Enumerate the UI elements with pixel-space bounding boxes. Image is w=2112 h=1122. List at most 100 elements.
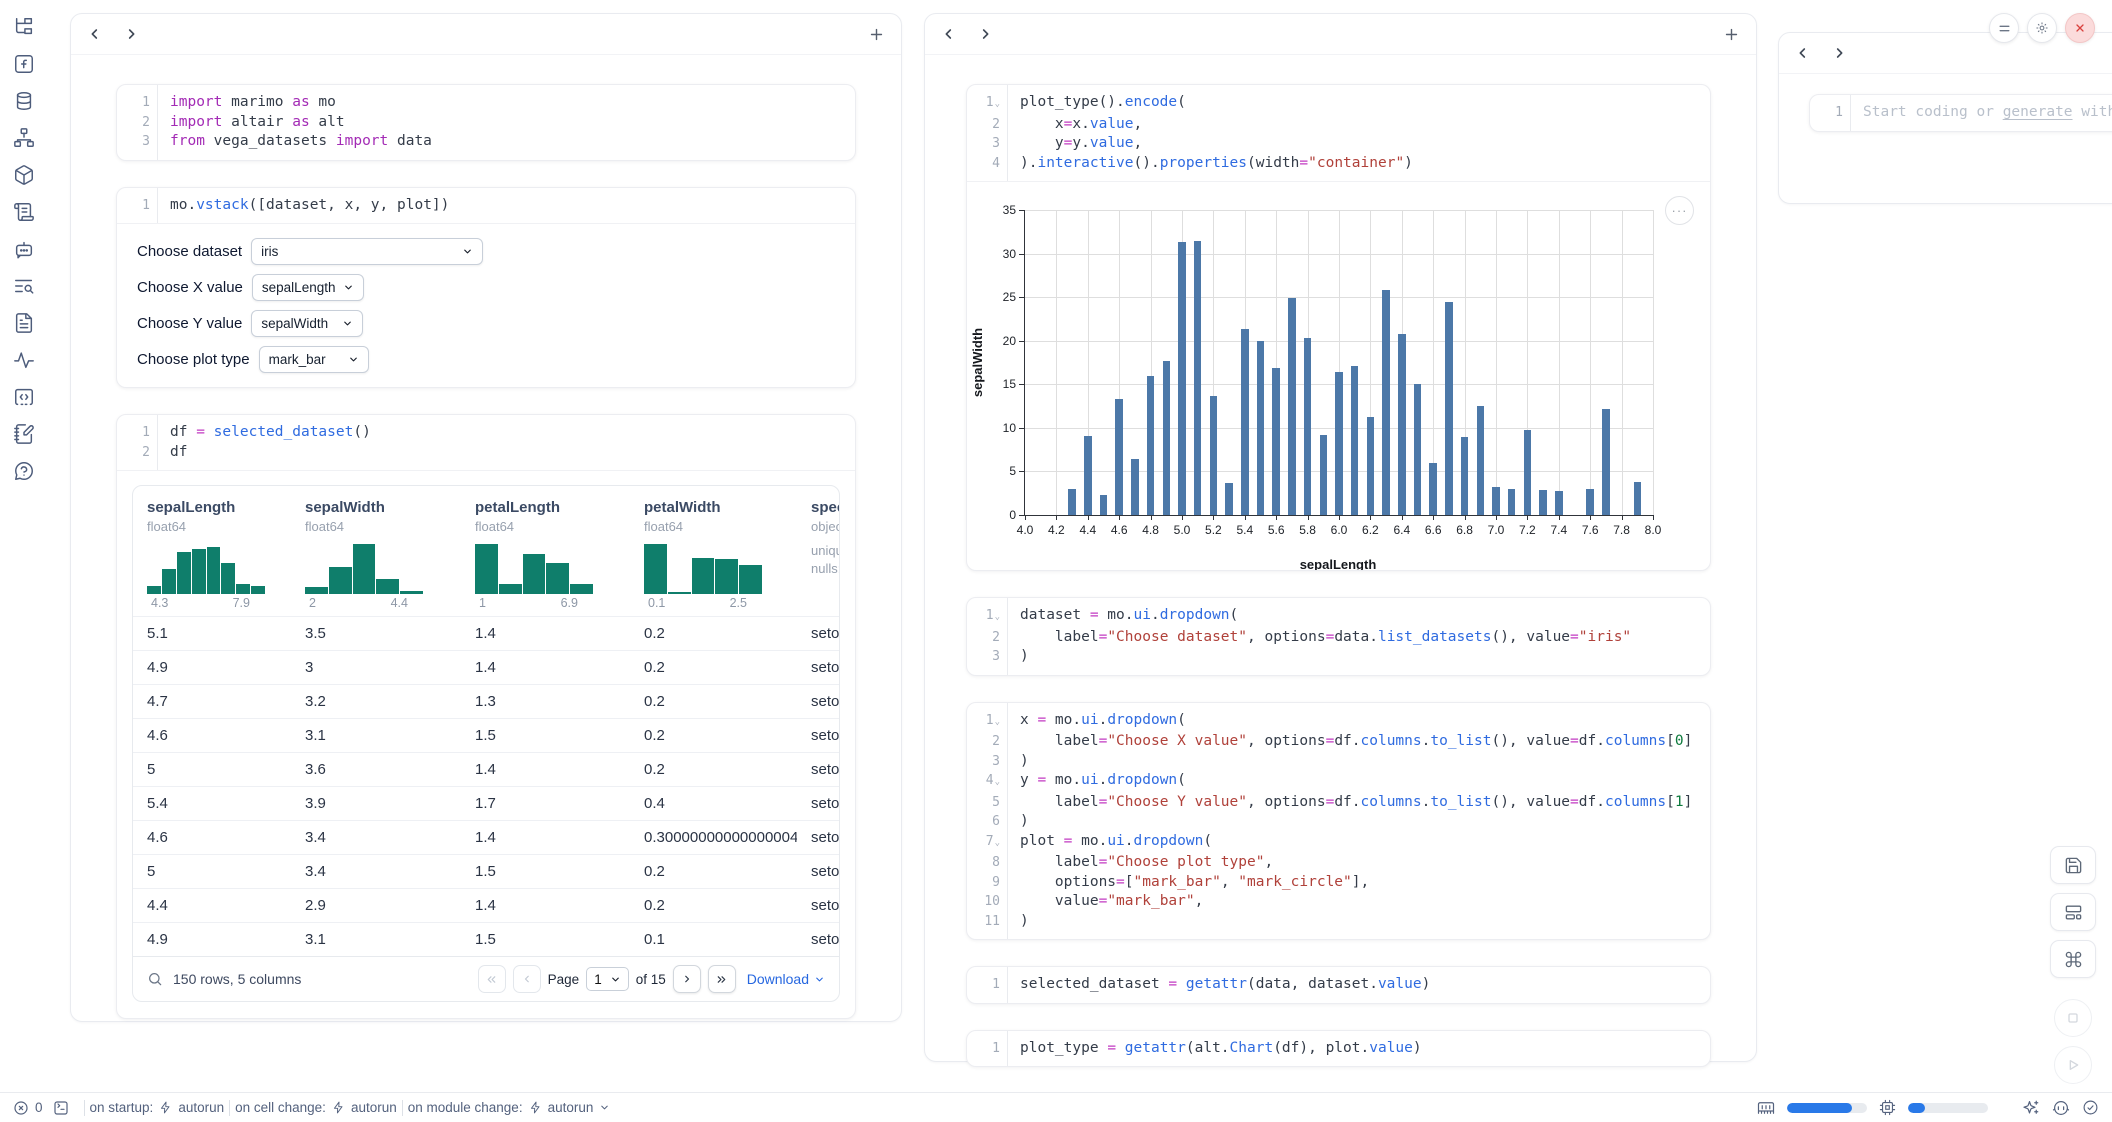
- table-row[interactable]: 4.93.11.50.1setos: [133, 922, 839, 956]
- chevron-left-icon[interactable]: [87, 26, 103, 42]
- chevron-left-icon[interactable]: [941, 26, 957, 42]
- chart-bar[interactable]: [1634, 482, 1642, 515]
- chart-bar[interactable]: [1257, 341, 1265, 515]
- table-row[interactable]: 53.41.50.2setos: [133, 854, 839, 888]
- ai-sparkles-icon[interactable]: [2022, 1099, 2040, 1117]
- last-page-button[interactable]: [708, 965, 736, 993]
- code-line[interactable]: 3): [967, 752, 1710, 772]
- chart-bar[interactable]: [1288, 298, 1296, 515]
- cell-dataset-dropdown[interactable]: 1⌄dataset = mo.ui.dropdown(2 label="Choo…: [966, 597, 1711, 676]
- column-header[interactable]: sepalWidthfloat64: [291, 486, 461, 534]
- column-header[interactable]: speciobjec: [797, 486, 839, 534]
- code-line[interactable]: 2df: [117, 443, 855, 463]
- code-line[interactable]: 2 label="Choose dataset", options=data.l…: [967, 628, 1710, 648]
- code-line[interactable]: 2 x=x.value,: [967, 115, 1710, 135]
- chart-bar[interactable]: [1398, 334, 1406, 515]
- bar-chart[interactable]: 4.04.24.44.64.85.05.25.45.65.86.06.26.46…: [1024, 210, 1653, 516]
- close-button[interactable]: [2065, 13, 2095, 43]
- code-line[interactable]: 1plot_type = getattr(alt.Chart(df), plot…: [967, 1039, 1710, 1059]
- column-header[interactable]: sepalLengthfloat64: [133, 486, 291, 534]
- menu-button[interactable]: [1989, 13, 2019, 43]
- column-histogram[interactable]: [147, 544, 265, 594]
- cell-imports[interactable]: 1import marimo as mo2import altair as al…: [116, 84, 856, 161]
- code-line[interactable]: 9 options=["mark_bar", "mark_circle"],: [967, 873, 1710, 893]
- help-chat-icon[interactable]: [13, 460, 35, 482]
- chart-bar[interactable]: [1304, 338, 1312, 515]
- code-line[interactable]: 1⌄dataset = mo.ui.dropdown(: [967, 606, 1710, 628]
- code-line[interactable]: 6): [967, 812, 1710, 832]
- cell-vstack[interactable]: 1mo.vstack([dataset, x, y, plot]) Choose…: [116, 187, 856, 389]
- chart-bar[interactable]: [1477, 406, 1485, 515]
- cell-plot-type[interactable]: 1plot_type = getattr(alt.Chart(df), plot…: [966, 1030, 1711, 1068]
- code-editor[interactable]: 1 Start coding or generate with: [1810, 95, 2112, 131]
- code-editor[interactable]: 1⌄plot_type().encode(2 x=x.value,3 y=y.v…: [967, 85, 1710, 181]
- chart-bar[interactable]: [1100, 495, 1108, 515]
- chart-bar[interactable]: [1602, 409, 1610, 515]
- code-line[interactable]: 10 value="mark_bar",: [967, 892, 1710, 912]
- code-editor[interactable]: 1⌄x = mo.ui.dropdown(2 label="Choose X v…: [967, 703, 1710, 940]
- chart-bar[interactable]: [1382, 290, 1390, 515]
- table-row[interactable]: 4.63.41.40.30000000000000004setos: [133, 820, 839, 854]
- chart-bar[interactable]: [1367, 417, 1375, 515]
- dropdown-select[interactable]: iris: [251, 238, 483, 265]
- code-line[interactable]: 1df = selected_dataset(): [117, 423, 855, 443]
- fold-chevron-icon[interactable]: ⌄: [995, 612, 1000, 622]
- database-icon[interactable]: [13, 90, 35, 112]
- connection-status-icon[interactable]: [2082, 1099, 2099, 1116]
- code-line[interactable]: 5 label="Choose Y value", options=df.col…: [967, 793, 1710, 813]
- next-page-button[interactable]: [673, 965, 701, 993]
- chart-bar[interactable]: [1508, 489, 1516, 515]
- cell-empty-new[interactable]: 1 Start coding or generate with: [1809, 94, 2112, 132]
- chart-bar[interactable]: [1272, 368, 1280, 515]
- download-button[interactable]: Download: [747, 971, 825, 987]
- chart-bar[interactable]: [1178, 242, 1186, 515]
- code-line[interactable]: 2 label="Choose X value", options=df.col…: [967, 732, 1710, 752]
- chart-bar[interactable]: [1492, 487, 1500, 515]
- chart-bar[interactable]: [1194, 241, 1202, 515]
- stop-button[interactable]: [2054, 999, 2092, 1037]
- code-line[interactable]: 7⌄plot = mo.ui.dropdown(: [967, 832, 1710, 854]
- code-line[interactable]: 3 y=y.value,: [967, 134, 1710, 154]
- column-histogram[interactable]: [644, 544, 762, 594]
- search-icon[interactable]: [147, 971, 163, 987]
- table-row[interactable]: 4.931.40.2setos: [133, 650, 839, 684]
- generate-link[interactable]: generate: [2003, 104, 2073, 120]
- prev-page-button[interactable]: [513, 965, 541, 993]
- code-line[interactable]: 3): [967, 647, 1710, 667]
- code-snippet-icon[interactable]: [13, 386, 35, 408]
- page-select[interactable]: 1: [586, 967, 629, 991]
- table-row[interactable]: 53.61.40.2setos: [133, 752, 839, 786]
- file-tree-icon[interactable]: [13, 16, 35, 38]
- fold-chevron-icon[interactable]: ⌄: [995, 838, 1000, 848]
- fold-chevron-icon[interactable]: ⌄: [995, 717, 1000, 727]
- add-cell-icon[interactable]: [1723, 26, 1740, 43]
- code-line[interactable]: 8 label="Choose plot type",: [967, 853, 1710, 873]
- notebook-edit-icon[interactable]: [13, 423, 35, 445]
- run-button[interactable]: [2054, 1046, 2092, 1084]
- runtime-config-item[interactable]: on cell change:autorun: [235, 1100, 397, 1115]
- chart-bar[interactable]: [1445, 302, 1453, 516]
- chart-bar[interactable]: [1147, 376, 1155, 515]
- table-row[interactable]: 5.13.51.40.2setos: [133, 616, 839, 650]
- code-line[interactable]: 4⌄y = mo.ui.dropdown(: [967, 771, 1710, 793]
- chart-menu-button[interactable]: ···: [1665, 196, 1694, 225]
- cell-dataframe[interactable]: 1df = selected_dataset()2df sepalLengthf…: [116, 414, 856, 1019]
- table-row[interactable]: 4.63.11.50.2setos: [133, 718, 839, 752]
- code-line[interactable]: 11): [967, 912, 1710, 932]
- table-row[interactable]: 4.73.21.30.2setos: [133, 684, 839, 718]
- chart-bar[interactable]: [1586, 489, 1594, 515]
- chart-bar[interactable]: [1163, 361, 1171, 515]
- chat-bot-icon[interactable]: [13, 238, 35, 260]
- chart-bar[interactable]: [1320, 435, 1328, 515]
- chart-bar[interactable]: [1210, 396, 1218, 515]
- chevron-right-icon[interactable]: [977, 26, 993, 42]
- chevron-left-icon[interactable]: [1795, 45, 1811, 61]
- settings-button[interactable]: [2027, 13, 2057, 43]
- code-line[interactable]: 4).interactive().properties(width="conta…: [967, 154, 1710, 174]
- chart-bar[interactable]: [1084, 436, 1092, 515]
- chart-bar[interactable]: [1524, 430, 1532, 515]
- dropdown-select[interactable]: sepalWidth: [251, 310, 363, 337]
- dropdown-select[interactable]: mark_bar: [259, 346, 369, 373]
- layout-button[interactable]: [2050, 893, 2096, 931]
- column-header[interactable]: petalLengthfloat64: [461, 486, 630, 534]
